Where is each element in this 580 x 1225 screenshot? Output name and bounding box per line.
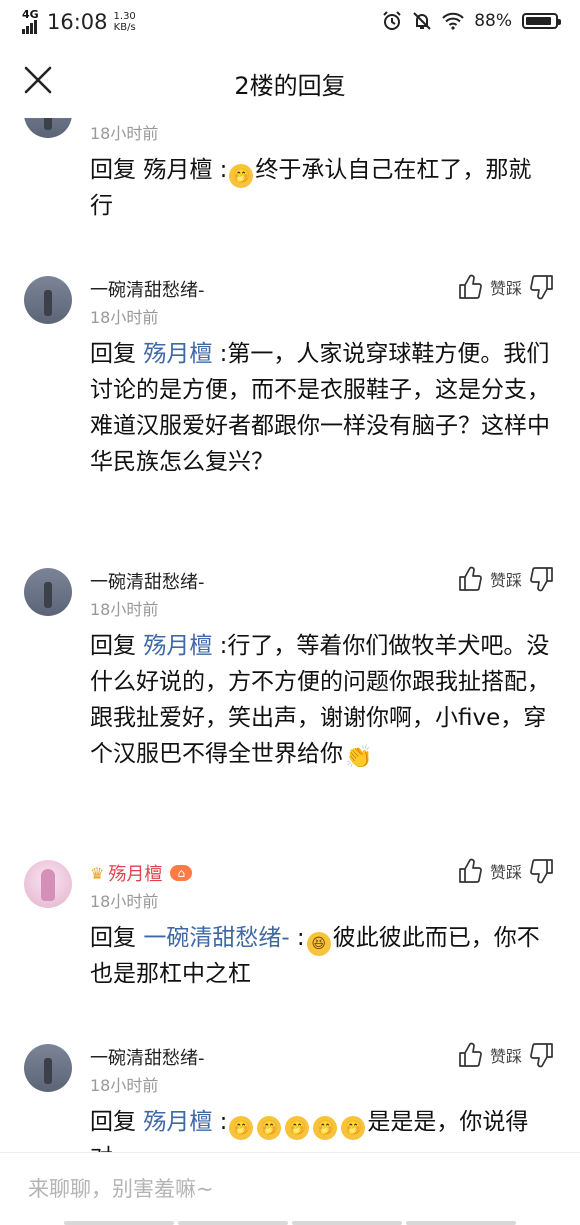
- reply-body: 回复 殇月檀 :🤭🤭🤭🤭🤭是是是，你说得对: [90, 1104, 550, 1152]
- alarm-icon: [383, 11, 401, 30]
- thumb-down-icon[interactable]: [530, 274, 554, 300]
- reply-body: 回复 一碗清甜愁绪- : 😆 彼此彼此而已，你不也是那杠中之杠: [90, 920, 550, 992]
- thumb-down-icon[interactable]: [530, 1042, 554, 1068]
- face-hand-over-mouth-emoji: 🤭: [285, 1116, 310, 1140]
- network-speed: 1.30 KB/s: [114, 11, 136, 33]
- battery-fill: [526, 17, 551, 25]
- avatar[interactable]: [24, 860, 72, 908]
- avatar[interactable]: [24, 568, 72, 616]
- thumb-up-icon[interactable]: [458, 274, 482, 300]
- status-right: 88%: [382, 11, 561, 31]
- vote-actions: 赞踩: [458, 858, 554, 884]
- network-type: 4G: [22, 8, 39, 21]
- username[interactable]: 一碗清甜愁绪-: [90, 276, 205, 302]
- vote-label: 赞踩: [489, 571, 522, 590]
- reply-separator: :: [212, 157, 228, 183]
- grinning-squinting-face-emoji: 😆: [306, 932, 331, 956]
- username-row[interactable]: ♛ 殇月檀 ⌂: [90, 860, 193, 886]
- home-indicator: [64, 1221, 516, 1225]
- thumb-down-icon[interactable]: [530, 566, 554, 592]
- reply-separator: :: [212, 1109, 228, 1135]
- mention-link[interactable]: 殇月檀: [143, 633, 212, 659]
- reply-time: 18小时前: [90, 1076, 159, 1095]
- reply-body: 回复 殇月檀 :行了，等着你们做牧羊犬吧。没什么好说的，方不方便的问题你跟我扯搭…: [90, 628, 550, 772]
- avatar[interactable]: [24, 276, 72, 324]
- status-bar: 4G 16:08 1.30 KB/s 88%: [0, 0, 580, 46]
- reply-separator: :: [289, 925, 305, 951]
- reply-list[interactable]: 18小时前 回复 殇月檀 : 🤭 终于承认自己在杠了，那就行 一碗清甜愁绪- 18小…: [0, 118, 580, 1152]
- comment-bar: [0, 1152, 580, 1225]
- vote-actions: 赞踩: [458, 274, 554, 300]
- face-hand-over-mouth-emoji: 🤭: [313, 1116, 338, 1140]
- reply-body: 回复 殇月檀 : 🤭 终于承认自己在杠了，那就行: [90, 152, 550, 224]
- vote-actions: 赞踩: [458, 566, 554, 592]
- username[interactable]: 殇月檀: [108, 860, 162, 886]
- reply-prefix: 回复: [90, 341, 144, 367]
- reply-prefix: 回复: [90, 925, 144, 951]
- game-badge-icon: ⌂: [170, 865, 193, 881]
- face-hand-over-mouth-emoji: 🤭: [257, 1116, 282, 1140]
- vote-label: 赞踩: [489, 279, 522, 298]
- comment-input[interactable]: [22, 1173, 554, 1205]
- battery-icon: [522, 13, 561, 29]
- clock: 16:08: [47, 10, 108, 34]
- face-hand-over-mouth-emoji: 🤭: [229, 1116, 254, 1140]
- vote-label: 赞踩: [489, 863, 522, 882]
- clapping-hands-emoji: 👏: [345, 745, 373, 770]
- signal-icon: [22, 20, 37, 34]
- reply-separator: :: [212, 633, 228, 659]
- speed-value: 1.30: [113, 11, 136, 22]
- face-hand-over-mouth-emoji: 🤭: [341, 1116, 366, 1140]
- username[interactable]: 一碗清甜愁绪-: [90, 568, 205, 594]
- avatar[interactable]: [24, 118, 72, 138]
- reply-prefix: 回复: [90, 1109, 144, 1135]
- bell-off-icon: [413, 12, 431, 30]
- username[interactable]: 一碗清甜愁绪-: [90, 1044, 205, 1070]
- thumb-down-icon[interactable]: [530, 858, 554, 884]
- header: 2楼的回复: [0, 46, 580, 118]
- vote-actions: 赞踩: [458, 1042, 554, 1068]
- mention-link[interactable]: 殇月檀: [143, 341, 212, 367]
- avatar[interactable]: [24, 1044, 72, 1092]
- reply-time: 18小时前: [90, 308, 159, 327]
- mention-link[interactable]: 一碗清甜愁绪-: [143, 925, 289, 951]
- network-indicator: 4G: [22, 8, 43, 34]
- speed-unit: KB/s: [113, 22, 136, 33]
- battery-percent: 88%: [474, 11, 512, 31]
- vote-label: 赞踩: [489, 1047, 522, 1066]
- face-hand-over-mouth-emoji: 🤭: [229, 164, 254, 188]
- reply-prefix: 回复: [90, 633, 144, 659]
- status-left: 4G 16:08 1.30 KB/s: [22, 8, 136, 34]
- reply-time: 18小时前: [90, 600, 159, 619]
- mention-link[interactable]: 殇月檀: [143, 1109, 212, 1135]
- mention-link[interactable]: 殇月檀: [143, 157, 212, 183]
- page-title: 2楼的回复: [234, 72, 346, 100]
- wifi-icon: [442, 12, 464, 30]
- reply-time: 18小时前: [90, 124, 159, 143]
- reply-separator: :: [212, 341, 228, 367]
- thumb-up-icon[interactable]: [458, 566, 482, 592]
- reply-body: 回复 殇月檀 :第一，人家说穿球鞋方便。我们讨论的是方便，而不是衣服鞋子，这是分…: [90, 336, 550, 480]
- reply-prefix: 回复: [90, 157, 144, 183]
- crown-icon: ♛: [90, 863, 105, 883]
- thumb-up-icon[interactable]: [458, 858, 482, 884]
- reply-time: 18小时前: [90, 892, 159, 911]
- thumb-up-icon[interactable]: [458, 1042, 482, 1068]
